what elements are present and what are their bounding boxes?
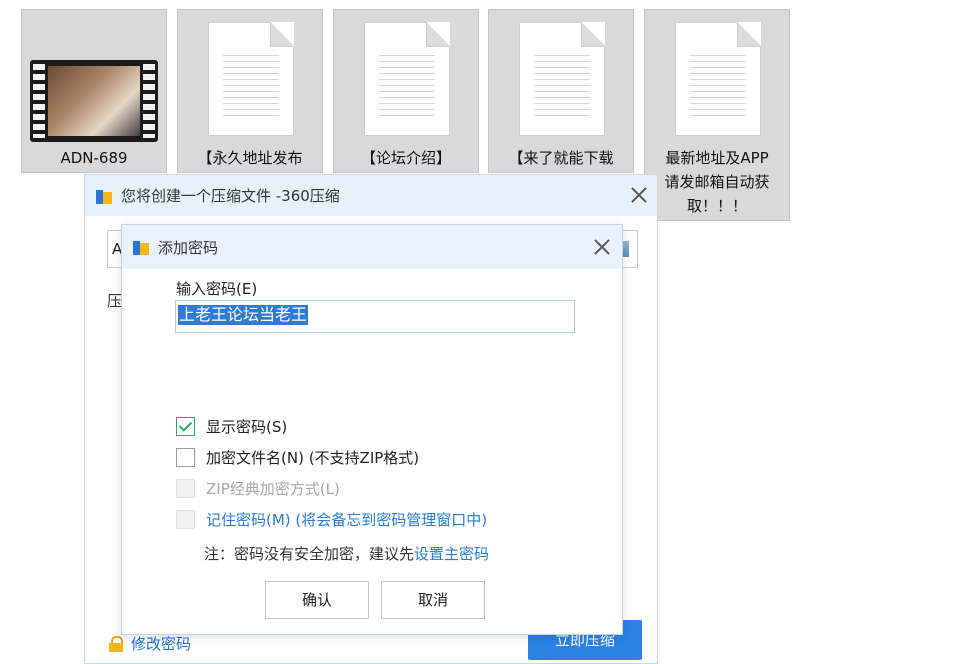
password-value: 上老王论坛当老王 (178, 305, 309, 325)
show-password-option[interactable]: 显示密码(S) (176, 416, 287, 437)
cancel-button[interactable]: 取消 (381, 581, 485, 619)
lock-icon (109, 635, 123, 652)
password-input[interactable]: 上老王论坛当老王 (175, 300, 575, 333)
zip-classic-checkbox (176, 479, 195, 498)
close-icon[interactable] (629, 185, 649, 205)
app-360-icon (132, 238, 150, 256)
add-password-titlebar: 添加密码 (122, 225, 622, 269)
confirm-button[interactable]: 确认 (265, 581, 369, 619)
security-note: 注：密码没有安全加密，建议先设置主密码 (204, 543, 489, 564)
security-note-text: 注：密码没有安全加密，建议先 (204, 545, 415, 563)
compress-window-title: 您将创建一个压缩文件 -360压缩 (121, 187, 340, 205)
file-label: ADN-689 (60, 149, 128, 167)
file-tile-video[interactable]: ADN-689 (21, 9, 167, 173)
set-master-password-link[interactable]: 设置主密码 (414, 545, 489, 563)
file-tile-document[interactable]: 【来了就能下载 (488, 9, 634, 173)
compress-setting-label: 压 (107, 292, 123, 310)
remember-password-label: 记住密码(M) (将会备忘到密码管理窗口中) (206, 511, 488, 529)
remember-password-option[interactable]: 记住密码(M) (将会备忘到密码管理窗口中) (176, 509, 487, 530)
close-icon[interactable] (592, 237, 612, 257)
password-input-label: 输入密码(E) (176, 280, 258, 298)
encrypt-filenames-checkbox[interactable] (176, 448, 195, 467)
file-label: 【永久地址发布 (197, 149, 303, 167)
file-tile-document[interactable]: 最新地址及APP 请发邮箱自动获 取！！！ (644, 9, 790, 221)
modify-password-label: 修改密码 (131, 635, 192, 653)
file-tile-document[interactable]: 【论坛介绍】 (333, 9, 479, 173)
file-label: 【来了就能下载 (508, 149, 614, 167)
encrypt-filenames-label: 加密文件名(N) (不支持ZIP格式) (206, 449, 420, 467)
zip-classic-option: ZIP经典加密方式(L) (176, 478, 340, 499)
zip-classic-label: ZIP经典加密方式(L) (206, 480, 340, 498)
remember-password-checkbox[interactable] (176, 510, 195, 529)
add-password-title: 添加密码 (158, 238, 219, 257)
file-label: 【论坛介绍】 (360, 149, 451, 167)
compress-window-titlebar: 您将创建一个压缩文件 -360压缩 (85, 175, 657, 216)
encrypt-filenames-option[interactable]: 加密文件名(N) (不支持ZIP格式) (176, 447, 419, 468)
modify-password-link[interactable]: 修改密码 (109, 633, 191, 654)
show-password-checkbox[interactable] (176, 417, 195, 436)
file-label: 最新地址及APP 请发邮箱自动获 取！！！ (664, 149, 770, 215)
video-thumbnail-icon (30, 60, 158, 142)
show-password-label: 显示密码(S) (206, 418, 288, 436)
app-360-icon (95, 187, 113, 205)
file-tile-document[interactable]: 【永久地址发布 (177, 9, 323, 173)
add-password-dialog: 添加密码 输入密码(E) 上老王论坛当老王 显示密码(S) 加密文件名(N) (… (121, 224, 623, 635)
browse-icon[interactable] (623, 241, 629, 257)
